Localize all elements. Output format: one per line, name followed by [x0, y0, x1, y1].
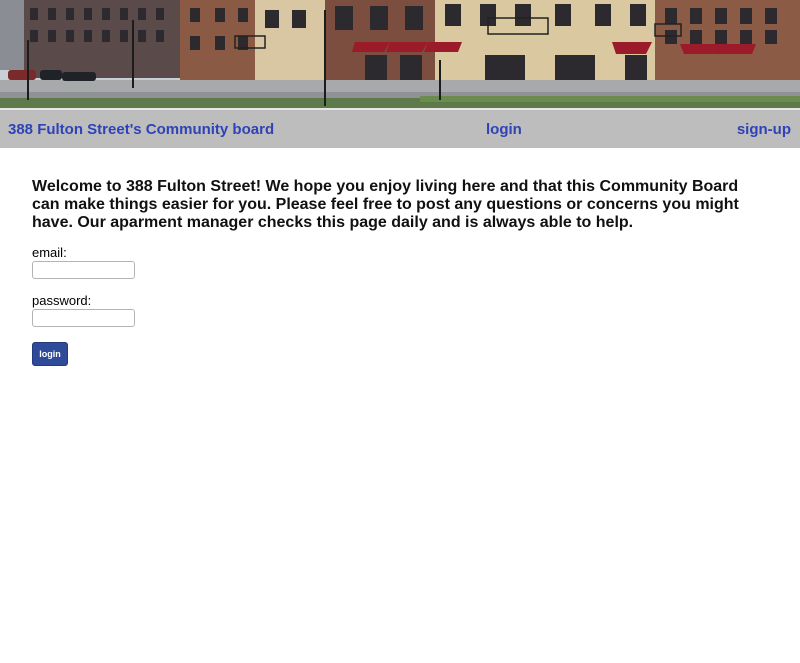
email-field-group: email: — [32, 245, 768, 279]
email-input[interactable] — [32, 261, 135, 279]
password-field-group: password: — [32, 293, 768, 327]
email-label: email: — [32, 245, 67, 260]
password-label: password: — [32, 293, 92, 308]
welcome-message: Welcome to 388 Fulton Street! We hope yo… — [32, 178, 739, 231]
password-input[interactable] — [32, 309, 135, 327]
nav-signup-link[interactable]: sign-up — [737, 121, 791, 138]
top-nav-bar: 388 Fulton Street's Community board logi… — [0, 108, 800, 148]
apartment-building-illustration — [0, 0, 800, 108]
main-content: Welcome to 388 Fulton Street! We hope yo… — [0, 148, 800, 366]
header-banner-image — [0, 0, 800, 108]
login-submit-button[interactable]: login — [32, 342, 68, 366]
site-title-link[interactable]: 388 Fulton Street's Community board — [8, 121, 274, 138]
nav-login-link[interactable]: login — [486, 121, 522, 138]
login-form: email: password: login — [32, 245, 768, 366]
